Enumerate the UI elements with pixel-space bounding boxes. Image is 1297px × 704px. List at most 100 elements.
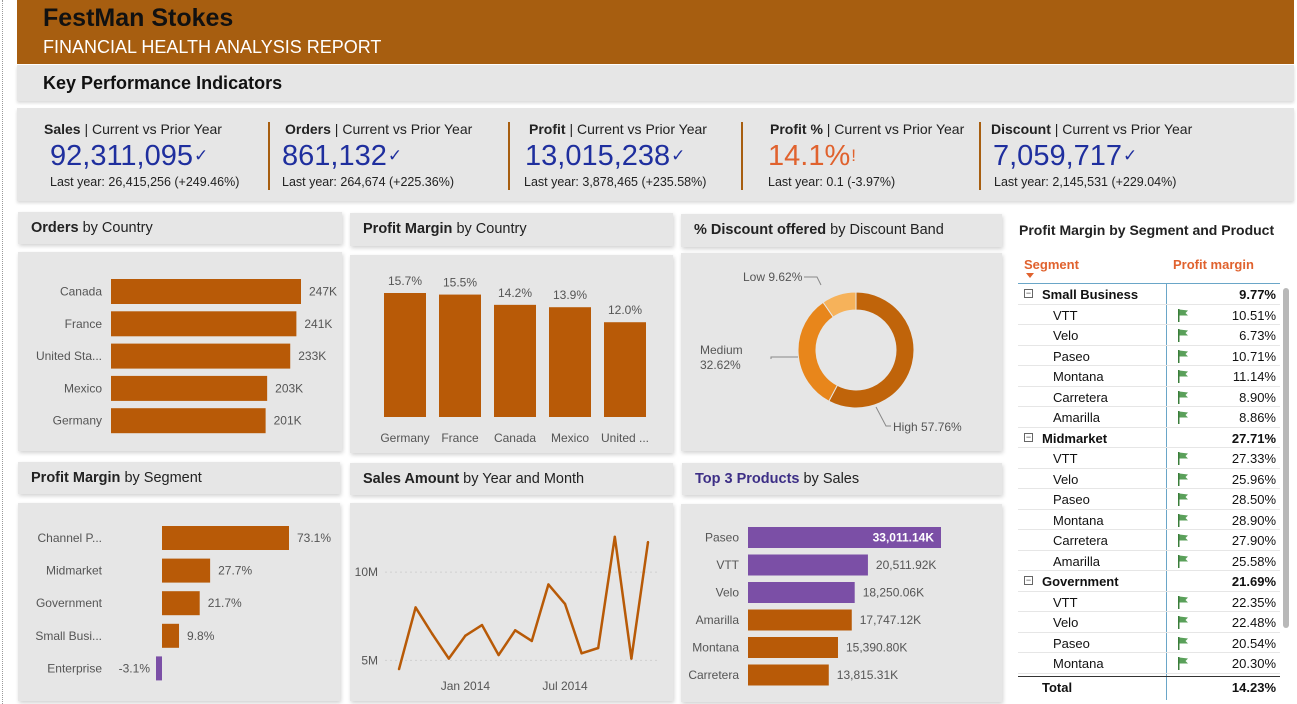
matrix-row-value: 22.48% xyxy=(1231,615,1276,630)
sales-point[interactable] xyxy=(414,606,417,609)
collapse-icon[interactable]: − xyxy=(1024,576,1033,585)
scrollbar-thumb[interactable] xyxy=(1283,288,1289,628)
matrix-row-label: Paseo xyxy=(1053,348,1090,364)
matrix-row[interactable]: Velo 25.96% xyxy=(1018,469,1280,489)
orders-country-bar[interactable] xyxy=(111,375,268,401)
kpi-last-year: Last year: 2,145,531 (+229.04%) xyxy=(994,175,1177,189)
matrix-row-label: Government xyxy=(1042,574,1119,589)
flag-icon xyxy=(1178,534,1188,547)
flag-icon xyxy=(1178,308,1188,322)
sales-point[interactable] xyxy=(547,583,550,586)
matrix-scrollbar[interactable] xyxy=(1283,284,1289,696)
report-subtitle: FINANCIAL HEALTH ANALYSIS REPORT xyxy=(43,37,382,57)
sales-point[interactable] xyxy=(497,653,500,657)
matrix-row-value: 28.50% xyxy=(1231,492,1276,507)
kpi-divider xyxy=(508,122,510,190)
matrix-row[interactable]: Paseo 20.54% xyxy=(1018,633,1280,653)
sales-line[interactable] xyxy=(397,535,650,670)
matrix-row[interactable]: Montana 11.14% xyxy=(1018,366,1280,387)
matrix-row[interactable]: Carretera 27.90% xyxy=(1018,530,1280,551)
sales-point[interactable] xyxy=(530,639,533,643)
profit-country-bar[interactable] xyxy=(384,293,426,417)
orders-country-bar[interactable] xyxy=(111,311,297,337)
matrix-group-row[interactable]: − Midmarket 27.71% xyxy=(1018,428,1280,448)
sales-point[interactable] xyxy=(431,632,434,636)
matrix-row[interactable]: VTT 22.35% xyxy=(1018,592,1280,612)
flag-icon xyxy=(1178,452,1188,465)
orders-country-bar[interactable] xyxy=(111,408,266,434)
product-bar[interactable] xyxy=(748,664,829,686)
discount-label-high: High 57.76% xyxy=(893,420,962,434)
product-bar[interactable] xyxy=(748,609,852,631)
profit-country-label: France xyxy=(441,431,479,445)
matrix-row[interactable]: Montana 20.30% xyxy=(1018,653,1280,674)
segment-value: 73.1% xyxy=(297,531,331,545)
profit-country-bar[interactable] xyxy=(604,322,646,417)
panel-sales-by-year-month: 5M 10M Jan 2014 Jul 2014 xyxy=(350,503,673,701)
sales-point[interactable] xyxy=(464,634,467,637)
matrix-row[interactable]: Amarilla 25.58% xyxy=(1018,551,1280,571)
orders-country-label: Germany xyxy=(53,414,102,428)
discount-label-medium: Medium 32.62% xyxy=(700,343,743,372)
matrix-row[interactable]: Paseo 10.71% xyxy=(1018,346,1280,366)
segment-bar[interactable] xyxy=(162,526,289,550)
sales-point[interactable] xyxy=(514,629,517,632)
segment-bar[interactable] xyxy=(162,558,211,583)
matrix-row-value: 25.58% xyxy=(1231,553,1276,569)
sort-desc-icon[interactable] xyxy=(1026,273,1034,278)
discount-band-slice[interactable] xyxy=(797,301,838,402)
sales-point[interactable] xyxy=(563,602,567,606)
matrix-total-row[interactable]: Total 14.23% xyxy=(1018,676,1280,697)
collapse-icon[interactable]: − xyxy=(1024,432,1033,442)
sales-point[interactable] xyxy=(613,535,616,539)
product-bar[interactable] xyxy=(748,637,838,658)
profit-country-bar[interactable] xyxy=(549,307,591,417)
matrix-row[interactable]: Carretera 8.90% xyxy=(1018,387,1280,407)
sales-point[interactable] xyxy=(447,657,450,660)
check-icon: ✓ xyxy=(387,146,403,165)
segment-bar[interactable] xyxy=(162,623,180,648)
sales-point[interactable] xyxy=(646,540,650,544)
matrix-row[interactable]: Paseo 28.50% xyxy=(1018,489,1280,510)
matrix-row[interactable]: Velo 6.73% xyxy=(1018,325,1280,346)
sales-point[interactable] xyxy=(580,652,583,655)
matrix-row[interactable]: Amarilla 8.86% xyxy=(1018,407,1280,428)
flag-icon xyxy=(1178,370,1188,383)
panel-discount-by-band: High 57.76% Medium 32.62% Low 9.62% xyxy=(681,253,1002,451)
matrix-row-label: Small Business xyxy=(1042,287,1139,302)
sales-point[interactable] xyxy=(630,657,633,660)
matrix-col-profit-margin[interactable]: Profit margin xyxy=(1173,257,1254,272)
panel-profit-margin-by-country: 15.7% Germany 15.5% France 14.2% Canada 13.9% M… xyxy=(350,255,673,453)
matrix-row[interactable]: VTT 27.33% xyxy=(1018,448,1280,469)
matrix-row-value: 6.73% xyxy=(1239,328,1276,343)
product-bar[interactable] xyxy=(748,582,855,603)
segment-value: 9.8% xyxy=(187,629,215,643)
leader-line-medium xyxy=(770,356,798,359)
segment-bar[interactable] xyxy=(162,591,200,616)
matrix-row-label: Montana xyxy=(1053,512,1104,528)
matrix-group-row[interactable]: − Small Business 9.77% xyxy=(1018,284,1280,305)
matrix-row[interactable]: VTT 10.51% xyxy=(1018,305,1280,325)
flag-icon xyxy=(1178,513,1188,527)
profit-country-value: 13.9% xyxy=(553,288,587,302)
collapse-icon[interactable]: − xyxy=(1024,289,1033,298)
sales-point[interactable] xyxy=(480,623,484,627)
matrix-group-row[interactable]: − Government 21.69% xyxy=(1018,571,1280,592)
check-icon: ✓ xyxy=(671,146,686,165)
profit-country-bar[interactable] xyxy=(494,304,536,417)
orders-country-bar[interactable] xyxy=(111,343,291,369)
matrix-row[interactable]: Velo 22.48% xyxy=(1018,612,1280,633)
profit-country-bar[interactable] xyxy=(439,294,481,417)
sales-point[interactable] xyxy=(397,667,401,671)
flag-icon xyxy=(1178,472,1188,486)
orders-country-bar[interactable] xyxy=(111,279,301,304)
matrix-title: Profit Margin by Segment and Product xyxy=(1019,222,1275,238)
matrix-row-value: 27.90% xyxy=(1231,533,1276,548)
matrix-row[interactable]: Montana 28.90% xyxy=(1018,510,1280,530)
sales-point[interactable] xyxy=(597,646,600,650)
product-value: 15,390.80K xyxy=(846,641,907,655)
segment-bar[interactable] xyxy=(156,656,162,681)
warning-icon: ! xyxy=(851,146,856,165)
matrix-col-segment[interactable]: Segment xyxy=(1024,257,1079,272)
product-bar[interactable] xyxy=(748,554,868,576)
